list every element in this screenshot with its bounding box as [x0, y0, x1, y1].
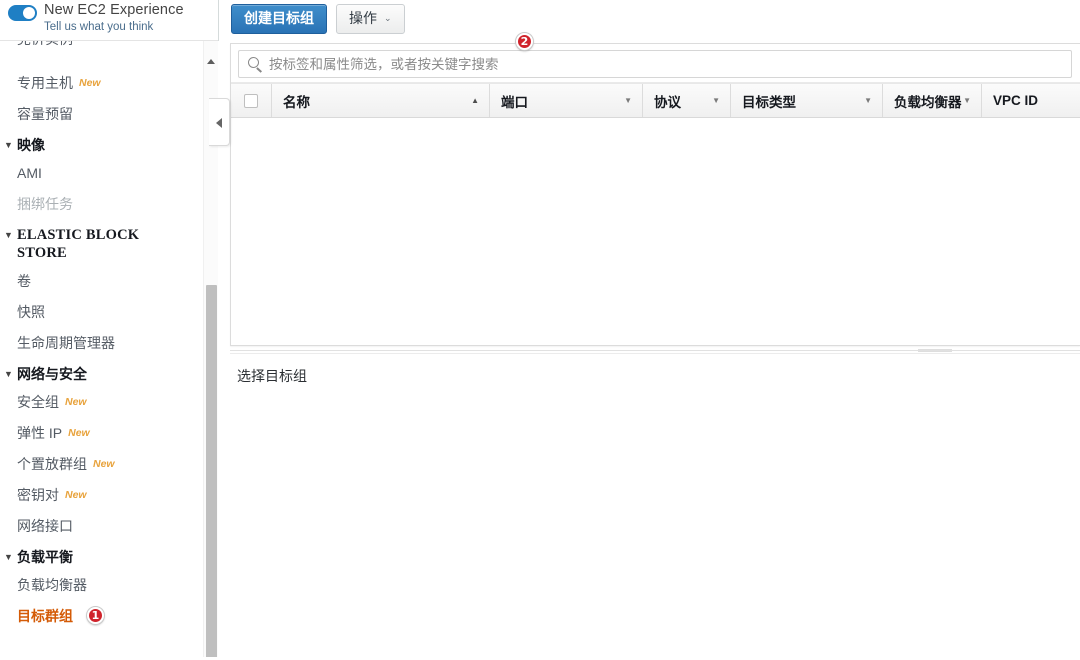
sidebar-item-label: 密钥对: [17, 486, 59, 503]
splitter-line: [230, 350, 1080, 351]
column-header-2[interactable]: 协议 ▼: [642, 84, 730, 117]
select-all-checkbox[interactable]: [244, 93, 258, 108]
column-header-label: 名称: [283, 94, 310, 110]
select-all-cell[interactable]: [231, 84, 271, 117]
sidebar-item-14[interactable]: 网络接口: [0, 510, 186, 541]
chevron-down-icon: ⌄: [384, 13, 392, 23]
sort-toggle-icon[interactable]: ▼: [624, 96, 632, 105]
scroll-up-arrow-icon[interactable]: [204, 54, 219, 68]
sidebar-item-8[interactable]: 生命周期管理器: [0, 327, 186, 358]
ec2-console-page: New EC2 Experience Tell us what you thin…: [0, 0, 1080, 660]
sidebar-item-label: AMI: [17, 164, 42, 181]
chevron-down-icon: ▼: [4, 552, 13, 562]
sidebar-item-17[interactable]: 目标群组 1: [0, 600, 186, 631]
sidebar-item-clipped-label: 竞价实例: [17, 41, 73, 49]
search-icon: [248, 57, 259, 68]
detail-panel: 选择目标组: [230, 353, 1080, 660]
new-badge: New: [79, 76, 101, 89]
sidebar-group-label: ELASTIC BLOCK STORE: [17, 227, 140, 261]
search-box[interactable]: [238, 50, 1072, 78]
sidebar-item-13[interactable]: 密钥对 New: [0, 479, 186, 510]
column-header-5[interactable]: VPC ID: [981, 84, 1080, 117]
sidebar-item-label: 捆绑任务: [17, 195, 73, 212]
new-badge: New: [93, 457, 115, 470]
left-sidebar: New EC2 Experience Tell us what you thin…: [0, 0, 219, 660]
sidebar-item-label: 生命周期管理器: [17, 334, 115, 351]
new-experience-title: New EC2 Experience: [44, 2, 184, 18]
sidebar-item-label: 安全组: [17, 393, 59, 410]
sidebar-item-0[interactable]: 专用主机 New: [0, 67, 186, 98]
sidebar-item-label: 卷: [17, 272, 31, 289]
column-header-label: 端口: [501, 94, 528, 110]
actions-button-label: 操作: [349, 10, 377, 26]
sidebar-item-label: 网络接口: [17, 517, 73, 534]
sidebar-item-label: 负载均衡器: [17, 576, 87, 593]
sidebar-item-11[interactable]: 弹性 IP New: [0, 417, 186, 448]
sidebar-item-3[interactable]: AMI: [0, 157, 186, 188]
step-badge-2: 2: [516, 33, 533, 50]
sidebar-item-6[interactable]: 卷: [0, 265, 186, 296]
actions-button[interactable]: 操作 ⌄: [336, 4, 405, 34]
sidebar-group-label: 负载平衡: [17, 549, 73, 565]
detail-panel-title: 选择目标组: [237, 368, 307, 384]
column-header-label: VPC ID: [993, 93, 1039, 108]
column-header-label: 协议: [654, 94, 681, 110]
sidebar-item-12[interactable]: 个置放群组 New: [0, 448, 186, 479]
sidebar-item-label: 容量预留: [17, 105, 73, 122]
sort-toggle-icon[interactable]: ▼: [963, 96, 971, 105]
new-experience-toggle[interactable]: [8, 5, 37, 21]
sidebar-collapse-button[interactable]: [209, 98, 230, 146]
step-badge-2-wrapper: 2: [516, 32, 533, 50]
sidebar-group-2[interactable]: ▼ 映像: [0, 129, 186, 157]
chevron-down-icon: ▼: [4, 230, 13, 240]
chevron-down-icon: ▼: [4, 369, 13, 379]
sidebar-nav-scroll-area[interactable]: 竞价实例 专用主机 New 容量预留 ▼ 映像 AMI 捆绑任务 ▼ ELASTIC BLOCK…: [0, 41, 219, 660]
tell-us-what-you-think-link[interactable]: Tell us what you think: [44, 21, 153, 33]
new-badge: New: [65, 488, 87, 501]
new-badge: New: [68, 426, 90, 439]
new-badge: New: [65, 395, 87, 408]
sidebar-group-label: 映像: [17, 137, 45, 153]
search-input[interactable]: [269, 56, 1035, 72]
toolbar: 创建目标组 操作 ⌄: [219, 0, 1080, 37]
sidebar-group-15[interactable]: ▼ 负载平衡: [0, 541, 186, 569]
filter-row: [231, 44, 1080, 83]
new-experience-header: New EC2 Experience Tell us what you thin…: [0, 0, 218, 41]
sidebar-item-7[interactable]: 快照: [0, 296, 186, 327]
column-header-1[interactable]: 端口 ▼: [489, 84, 642, 117]
sidebar-item-4[interactable]: 捆绑任务: [0, 188, 186, 219]
sidebar-item-16[interactable]: 负载均衡器: [0, 569, 186, 600]
column-header-label: 目标类型: [742, 94, 796, 110]
sort-toggle-icon[interactable]: ▼: [712, 96, 720, 105]
main-content: 创建目标组 操作 ⌄ 2 名称▲端口▼协议▼目标类型▼负载均衡器▼VPC ID: [219, 0, 1080, 660]
sidebar-item-10[interactable]: 安全组 New: [0, 386, 186, 417]
sidebar-scrollbar-thumb[interactable]: [206, 285, 217, 660]
column-header-4[interactable]: 负载均衡器 ▼: [882, 84, 981, 117]
create-target-group-button[interactable]: 创建目标组: [231, 4, 327, 34]
column-header-0[interactable]: 名称 ▲: [271, 84, 489, 117]
sidebar-item-clipped[interactable]: 竞价实例: [0, 41, 186, 67]
sidebar-item-1[interactable]: 容量预留: [0, 98, 186, 129]
step-badge-1: 1: [87, 607, 104, 624]
sidebar-item-label: 专用主机: [17, 74, 73, 91]
sort-toggle-icon[interactable]: ▼: [864, 96, 872, 105]
sidebar-nav-list: 竞价实例 专用主机 New 容量预留 ▼ 映像 AMI 捆绑任务 ▼ ELASTIC BLOCK…: [0, 41, 186, 631]
sidebar-item-label: 个置放群组: [17, 455, 87, 472]
column-header-label: 负载均衡器: [894, 94, 962, 110]
sidebar-item-label: 目标群组: [17, 607, 73, 624]
sidebar-group-5[interactable]: ▼ ELASTIC BLOCK STORE: [0, 219, 186, 265]
sort-asc-icon[interactable]: ▲: [471, 96, 479, 105]
table-body-empty: [231, 118, 1080, 345]
sidebar-item-label: 弹性 IP: [17, 424, 63, 441]
sidebar-item-label: 快照: [17, 303, 45, 320]
column-header-3[interactable]: 目标类型 ▼: [730, 84, 882, 117]
target-groups-panel: 名称▲端口▼协议▼目标类型▼负载均衡器▼VPC ID: [230, 43, 1080, 346]
chevron-down-icon: ▼: [4, 140, 13, 150]
table-header-row: 名称 ▲ 端口 ▼ 协议 ▼ 目标类型 ▼ 负载均衡器 ▼ VPC ID: [231, 83, 1080, 118]
sidebar-group-9[interactable]: ▼ 网络与安全: [0, 358, 186, 386]
sidebar-group-label: 网络与安全: [17, 366, 87, 382]
